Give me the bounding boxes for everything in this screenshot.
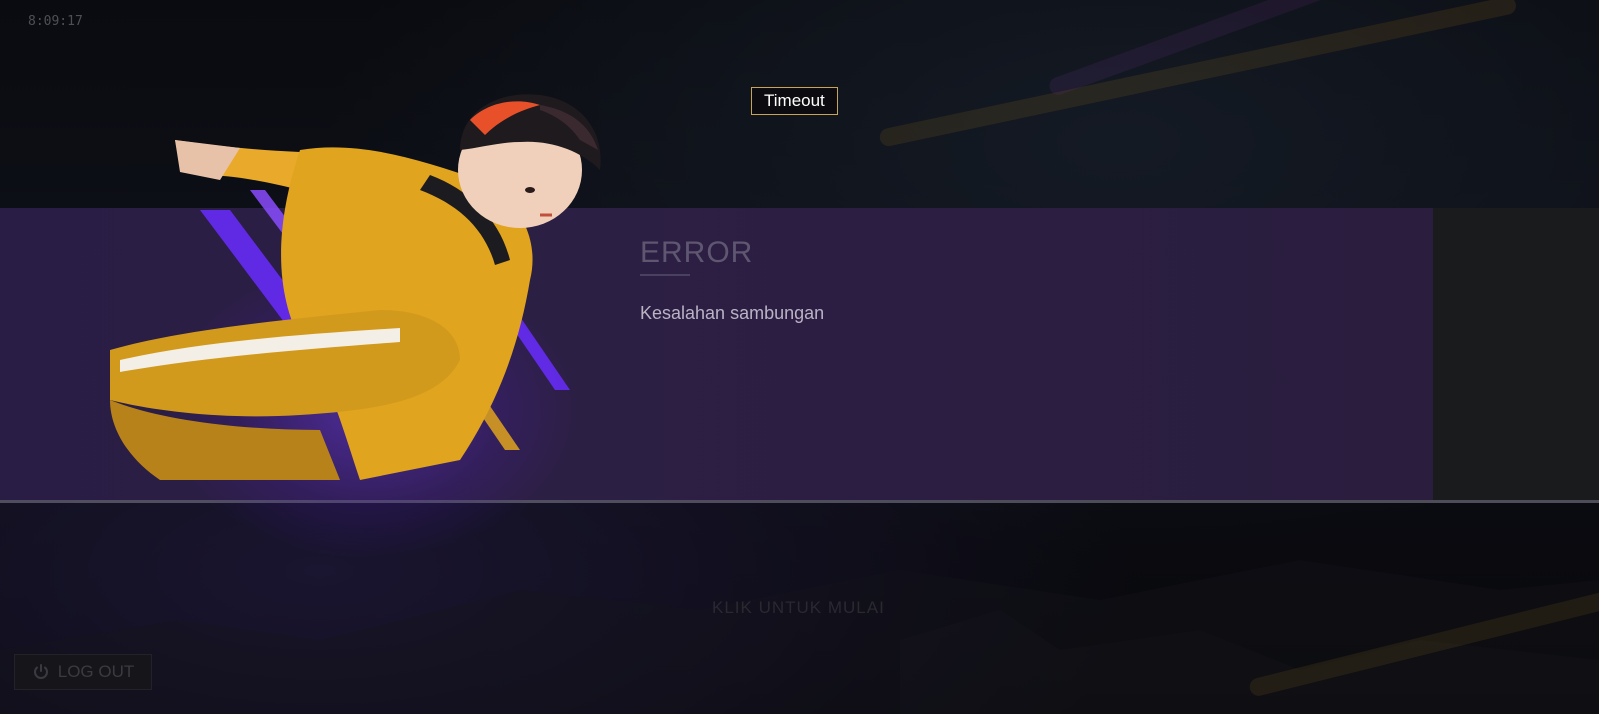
title-underline	[640, 274, 690, 276]
game-screen: 8:09:17 Timeout ERROR Kesalahan sambunga…	[0, 0, 1599, 714]
power-icon	[33, 664, 48, 679]
dialog-right-edge	[1433, 208, 1599, 500]
status-time: 8:09:17	[28, 14, 83, 29]
logout-button[interactable]: LOG OUT	[14, 654, 152, 690]
start-game-button: KLIK UNTUK MULAI	[712, 598, 885, 617]
dialog-title: ERROR	[640, 236, 754, 269]
dialog-message: Kesalahan sambungan	[640, 303, 825, 323]
logout-label: LOG OUT	[57, 662, 135, 681]
background-streak	[878, 0, 1518, 148]
timeout-toast: Timeout	[751, 87, 838, 115]
character-illustration	[110, 94, 601, 480]
